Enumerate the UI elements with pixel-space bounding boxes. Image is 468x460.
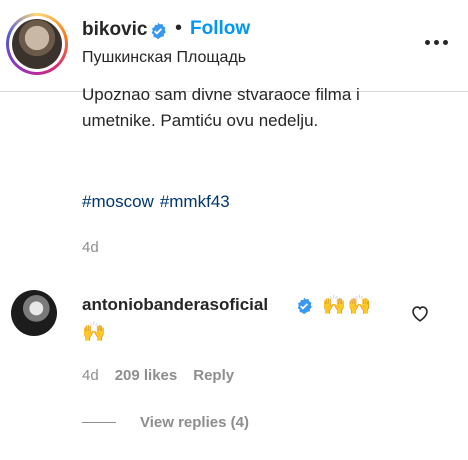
more-dot bbox=[424, 39, 430, 45]
hashtag-link[interactable]: #moscow bbox=[82, 192, 154, 211]
comment-emoji: 🙌🙌 bbox=[322, 295, 374, 316]
avatar-frame bbox=[9, 16, 65, 72]
like-heart-icon[interactable] bbox=[410, 304, 430, 322]
post-timestamp[interactable]: 4d bbox=[82, 239, 99, 256]
view-replies-label: View replies (4) bbox=[140, 414, 249, 431]
replies-divider bbox=[82, 422, 116, 423]
hashtag-link[interactable]: #mmkf43 bbox=[160, 192, 230, 211]
post-username[interactable]: bikovic bbox=[82, 19, 147, 41]
location-link[interactable]: Пушкинская Площадь bbox=[82, 49, 246, 67]
more-dot bbox=[433, 39, 439, 45]
separator-dot: • bbox=[175, 17, 183, 39]
comment-emoji: 🙌 bbox=[82, 322, 106, 343]
post-header: bikovic • Follow Пушкинская Площадь bbox=[0, 0, 468, 92]
comment-meta: 4d 209 likes Reply bbox=[82, 367, 234, 384]
follow-button[interactable]: Follow bbox=[190, 18, 250, 40]
avatar[interactable] bbox=[12, 19, 62, 69]
view-replies-button[interactable]: View replies (4) bbox=[82, 414, 249, 431]
comment-username[interactable]: antoniobanderasoficial bbox=[82, 295, 268, 315]
verified-badge-icon bbox=[151, 22, 166, 40]
story-ring[interactable] bbox=[6, 13, 68, 75]
reply-button[interactable]: Reply bbox=[193, 367, 234, 384]
caption-line: Upoznao sam divne stvaraoce filma i bbox=[82, 85, 360, 104]
comment-avatar[interactable] bbox=[11, 290, 57, 336]
verified-badge-icon bbox=[297, 297, 312, 315]
more-options-icon[interactable] bbox=[422, 30, 450, 54]
post-caption: Upoznao sam divne stvaraoce filma i umet… bbox=[82, 85, 360, 134]
more-dot bbox=[442, 39, 448, 45]
comment-likes[interactable]: 209 likes bbox=[115, 367, 178, 384]
comment-timestamp[interactable]: 4d bbox=[82, 367, 99, 384]
hashtag-list: #moscow #mmkf43 bbox=[82, 192, 236, 212]
caption-line: umetnike. Pamtiću ovu nedelju. bbox=[82, 111, 319, 130]
